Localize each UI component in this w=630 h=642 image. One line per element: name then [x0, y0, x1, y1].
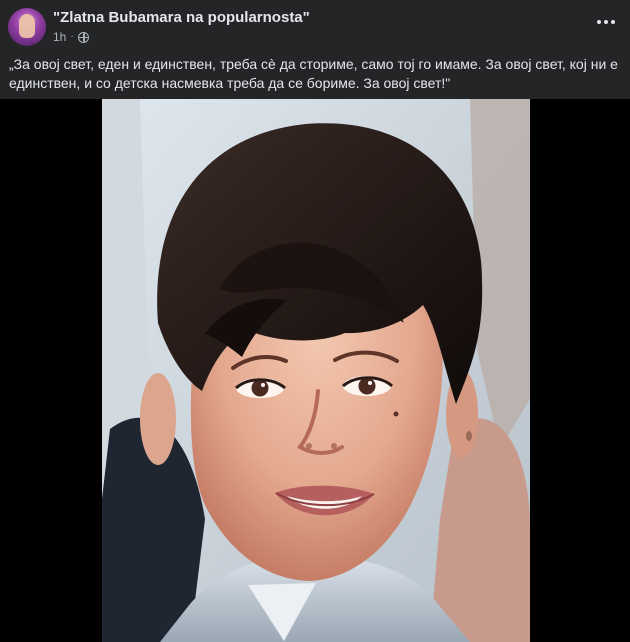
child-portrait-image	[0, 99, 630, 642]
more-options-icon	[604, 20, 608, 24]
page-name-link[interactable]: "Zlatna Bubamara na popularnosta"	[53, 9, 310, 27]
avatar-figure	[19, 14, 35, 38]
post-header: "Zlatna Bubamara na popularnosta" 1h ·	[0, 0, 630, 50]
more-options-icon	[597, 20, 601, 24]
facebook-post: "Zlatna Bubamara na popularnosta" 1h · „…	[0, 0, 630, 642]
post-time-link[interactable]: 1h	[53, 30, 66, 44]
page-avatar[interactable]	[8, 8, 46, 46]
post-caption: „За овој свет, еден и единствен, треба с…	[9, 56, 618, 91]
post-meta: 1h ·	[53, 30, 89, 44]
post-photo[interactable]	[0, 99, 630, 642]
globe-icon[interactable]	[77, 31, 89, 43]
more-options-button[interactable]	[594, 10, 618, 34]
meta-separator: ·	[70, 31, 74, 42]
more-options-icon	[611, 20, 615, 24]
